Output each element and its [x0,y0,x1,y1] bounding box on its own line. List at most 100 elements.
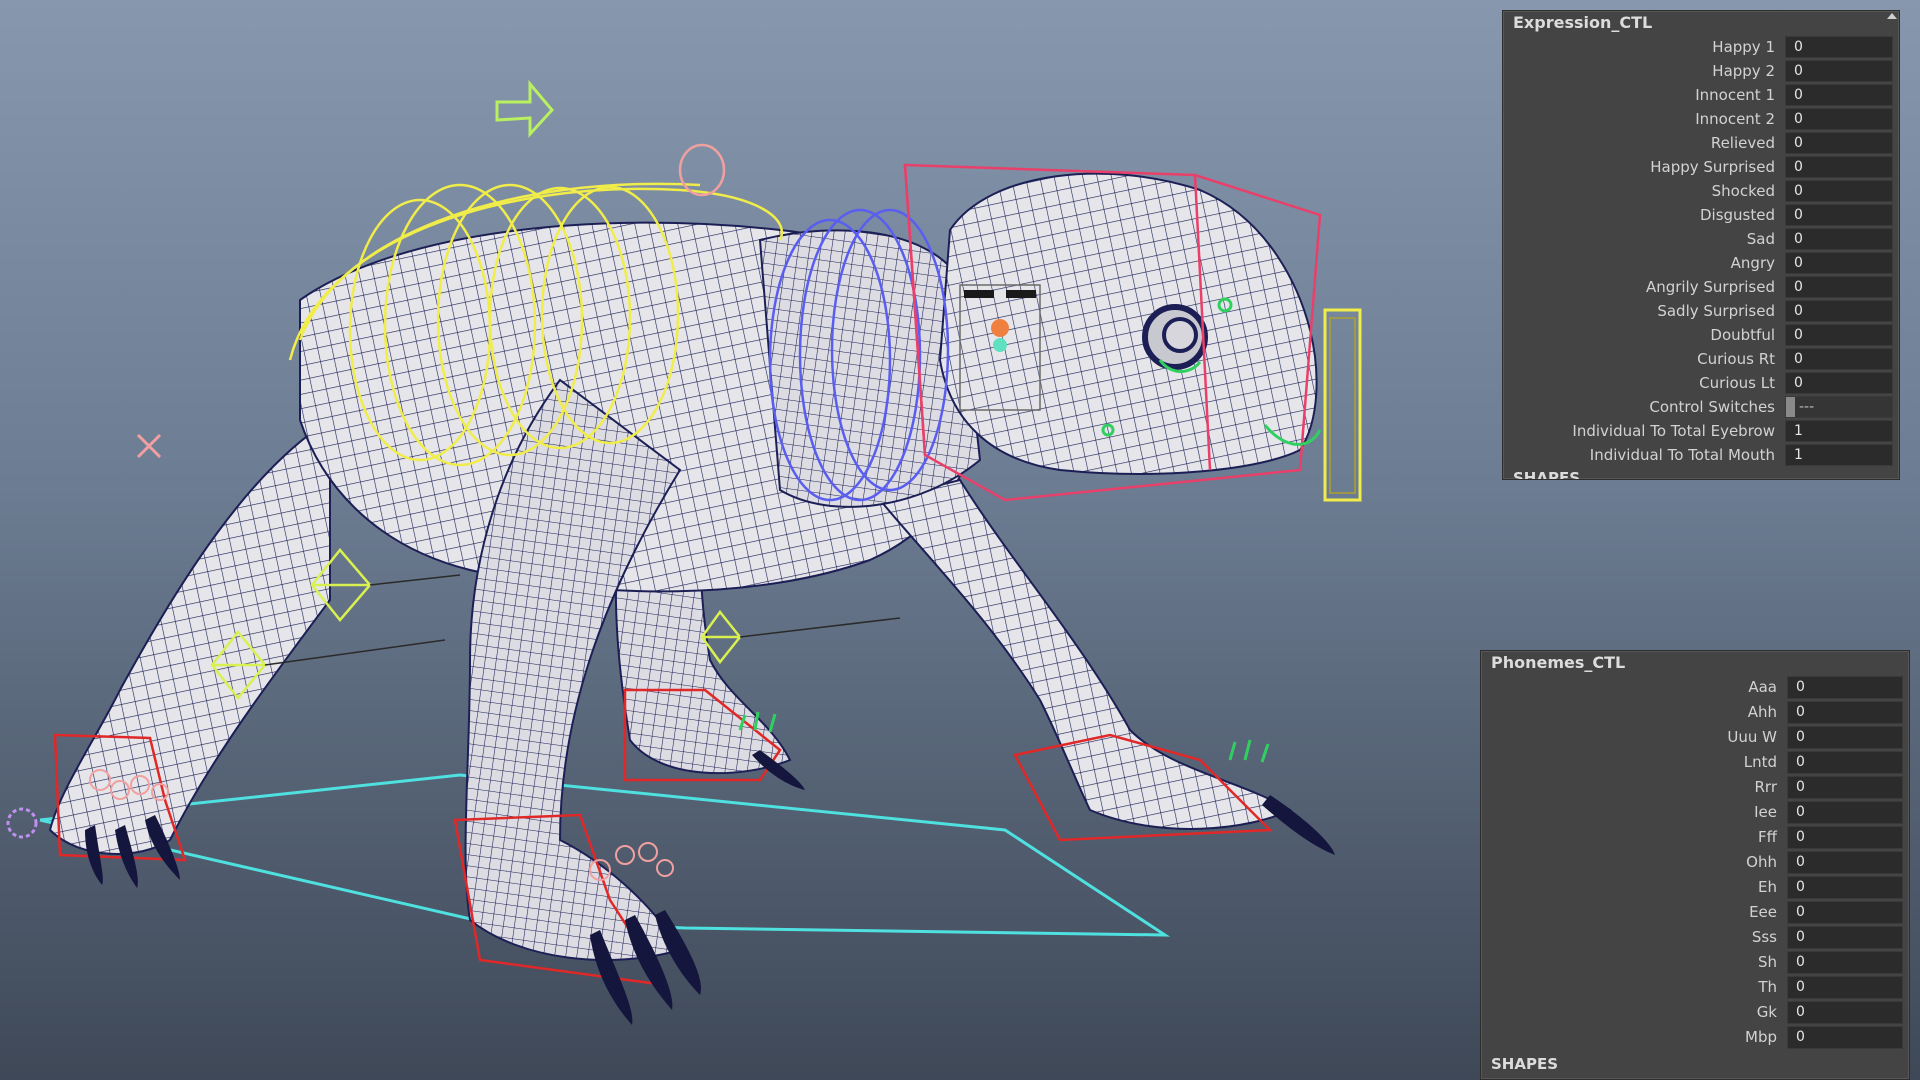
attribute-label[interactable]: Angry [1503,251,1775,275]
attribute-label[interactable]: Eh [1481,875,1777,900]
attribute-value-field[interactable]: 0 [1787,976,1903,999]
attribute-row[interactable]: Mbp 0 [1481,1025,1909,1050]
attribute-label[interactable]: Curious Rt [1503,347,1775,371]
attribute-label[interactable]: Uuu W [1481,725,1777,750]
attribute-value-field[interactable]: 0 [1787,751,1903,774]
attribute-value-field[interactable]: 0 [1787,901,1903,924]
attribute-value-field[interactable]: 0 [1785,204,1893,226]
attribute-label[interactable]: Sadly Surprised [1503,299,1775,323]
attribute-label[interactable]: Happy Surprised [1503,155,1775,179]
attribute-row[interactable]: Gk 0 [1481,1000,1909,1025]
attribute-value-field[interactable]: 0 [1785,228,1893,250]
attribute-row[interactable]: Rrr 0 [1481,775,1909,800]
attribute-value-field[interactable]: 0 [1785,156,1893,178]
attribute-label[interactable]: Disgusted [1503,203,1775,227]
attribute-row[interactable]: Curious Rt 0 [1503,347,1899,371]
attribute-value-field[interactable]: 0 [1787,1026,1903,1049]
attribute-row[interactable]: Shocked 0 [1503,179,1899,203]
attribute-label[interactable]: Rrr [1481,775,1778,800]
attribute-label[interactable]: Shocked [1503,179,1775,203]
attribute-label[interactable]: Ohh [1481,850,1777,875]
attribute-value-field[interactable]: 0 [1785,180,1893,202]
attribute-value-field[interactable]: 0 [1787,701,1903,724]
attribute-row[interactable]: Individual To Total Eyebrow 1 [1503,419,1899,443]
attribute-label[interactable]: Iee [1481,800,1777,825]
attribute-row[interactable]: Happy 1 0 [1503,35,1899,59]
front-right-leg[interactable] [878,478,1293,830]
attribute-value-field[interactable]: 0 [1785,36,1893,58]
attribute-row[interactable]: Curious Lt 0 [1503,371,1899,395]
attribute-label[interactable]: Sss [1481,925,1777,950]
attribute-row[interactable]: Angry 0 [1503,251,1899,275]
attribute-row[interactable]: Eh 0 [1481,875,1909,900]
shapes-section-label[interactable]: SHAPES [1513,469,1580,479]
attribute-label[interactable]: Happy 1 [1503,35,1775,59]
hip-control[interactable] [678,143,726,197]
attribute-value-field[interactable]: 0 [1785,60,1893,82]
attribute-row[interactable]: Uuu W 0 [1481,725,1909,750]
attribute-row[interactable]: Individual To Total Mouth 1 [1503,443,1899,467]
attribute-row[interactable]: Doubtful 0 [1503,323,1899,347]
attribute-row[interactable]: Aaa 0 [1481,675,1909,700]
attribute-value-field[interactable]: 0 [1785,108,1893,130]
attribute-label[interactable]: Doubtful [1503,323,1775,347]
attribute-row[interactable]: Sh 0 [1481,950,1909,975]
attribute-value-field[interactable]: 0 [1787,876,1903,899]
attribute-row[interactable]: Angrily Surprised 0 [1503,275,1899,299]
attribute-label[interactable]: Th [1481,975,1777,1000]
attribute-row[interactable]: Th 0 [1481,975,1909,1000]
attribute-row[interactable]: Eee 0 [1481,900,1909,925]
attribute-label[interactable]: Happy 2 [1503,59,1775,83]
attribute-row[interactable]: Sadly Surprised 0 [1503,299,1899,323]
back-left-leg[interactable] [48,418,331,855]
attribute-value-field[interactable]: 0 [1787,851,1903,874]
attribute-row[interactable]: Fff 0 [1481,825,1909,850]
attribute-row[interactable]: Disgusted 0 [1503,203,1899,227]
attribute-label[interactable]: Ahh [1481,700,1777,725]
attribute-row[interactable]: Lntd 0 [1481,750,1909,775]
attribute-value-field[interactable]: 0 [1787,951,1903,974]
attribute-row[interactable]: Innocent 1 0 [1503,83,1899,107]
attribute-label[interactable]: Innocent 2 [1503,107,1775,131]
scroll-up-icon[interactable] [1887,13,1897,19]
attribute-row[interactable]: Happy Surprised 0 [1503,155,1899,179]
attribute-value-field[interactable]: 0 [1785,132,1893,154]
attribute-row[interactable]: Innocent 2 0 [1503,107,1899,131]
cog-control-icon[interactable] [6,807,38,839]
attribute-row[interactable]: Relieved 0 [1503,131,1899,155]
attribute-label[interactable]: Fff [1481,825,1777,850]
attribute-value-field[interactable]: 0 [1787,776,1903,799]
attribute-label[interactable]: Relieved [1503,131,1775,155]
attribute-label[interactable]: Gk [1481,1000,1777,1025]
attribute-label[interactable]: Individual To Total Mouth [1503,443,1775,467]
attribute-row[interactable]: Happy 2 0 [1503,59,1899,83]
attribute-label[interactable]: Lntd [1481,750,1777,775]
attribute-row[interactable]: Ohh 0 [1481,850,1909,875]
cross-control-icon[interactable] [136,433,162,459]
attribute-value-field[interactable]: 1 [1785,444,1893,466]
attribute-label[interactable]: Aaa [1481,675,1777,700]
attribute-value-field[interactable]: 0 [1785,84,1893,106]
attribute-value-field[interactable]: 0 [1785,324,1893,346]
attribute-value-field[interactable]: 0 [1785,300,1893,322]
attribute-value-field[interactable]: 0 [1785,348,1893,370]
attribute-label[interactable]: Mbp [1481,1025,1777,1050]
attribute-row[interactable]: Control Switches --- [1503,395,1899,419]
attribute-label[interactable]: Angrily Surprised [1503,275,1775,299]
attribute-value-field[interactable]: 0 [1787,926,1903,949]
attribute-value-field[interactable]: 0 [1787,826,1903,849]
attribute-label[interactable]: Curious Lt [1503,371,1775,395]
attribute-value-field[interactable]: 0 [1785,372,1893,394]
attribute-label[interactable]: Eee [1481,900,1777,925]
attribute-value-field[interactable]: 0 [1785,252,1893,274]
attribute-label[interactable]: Innocent 1 [1503,83,1775,107]
attribute-row[interactable]: Sad 0 [1503,227,1899,251]
attribute-value-field[interactable]: 1 [1785,420,1893,442]
shapes-section-label[interactable]: SHAPES [1491,1055,1558,1073]
attribute-value-field[interactable]: --- [1785,396,1893,418]
attribute-label[interactable]: Individual To Total Eyebrow [1503,419,1775,443]
attribute-label[interactable]: Sh [1481,950,1777,975]
attribute-value-field[interactable]: 0 [1787,1001,1903,1024]
attribute-row[interactable]: Iee 0 [1481,800,1909,825]
attribute-row[interactable]: Ahh 0 [1481,700,1909,725]
